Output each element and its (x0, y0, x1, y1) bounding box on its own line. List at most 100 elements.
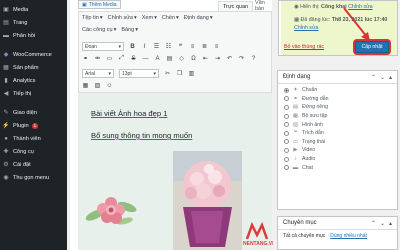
category-panel-header[interactable]: Chuyên mục ⌃ ⌄ ▴ (278, 217, 397, 230)
link-icon[interactable]: ⚭ (82, 55, 89, 62)
readmore-icon[interactable]: ▭ (106, 55, 113, 62)
outdent-icon[interactable]: ⇤ (202, 55, 209, 62)
move-up-icon[interactable]: ⌃ (371, 220, 376, 227)
format-option-gallery[interactable]: ▦ Bộ sưu tập (278, 112, 397, 121)
horizontal-line-icon[interactable]: — (142, 56, 149, 62)
update-button[interactable]: Cập nhật (355, 41, 389, 53)
sidebar-item-comments[interactable]: ▬ Phản hồi (0, 29, 67, 42)
sidebar-item-media[interactable]: ▣ Media (0, 3, 67, 16)
text-color-icon[interactable]: A (154, 56, 161, 62)
format-option-chat[interactable]: ▬ Chat (278, 163, 397, 172)
tab-all-categories[interactable]: Tất cả chuyên mục (283, 233, 325, 239)
sidebar-item-users[interactable]: ● Thành viên (0, 132, 67, 145)
radio[interactable] (284, 165, 289, 171)
move-to-trash-link[interactable]: Bỏ vào thùng rác (284, 44, 324, 50)
radio[interactable] (284, 96, 289, 102)
menu-table[interactable]: Bảng ▾ (121, 27, 138, 33)
paste-icon[interactable]: ▥ (188, 70, 195, 77)
align-center-icon[interactable]: ≣ (201, 43, 208, 50)
font-size-select[interactable]: 13pt ▾ (119, 69, 159, 78)
format-option-audio[interactable]: ♪ Audio (278, 155, 397, 164)
menu-format[interactable]: Định dạng ▾ (184, 15, 213, 21)
tab-most-used[interactable]: Dùng nhiều nhất (330, 233, 367, 239)
sidebar-item-marketing[interactable]: ◀ Tiếp thị (0, 87, 67, 100)
unlink-icon[interactable]: ⚮ (94, 55, 101, 62)
menu-tools[interactable]: Các công cụ ▾ (82, 27, 116, 33)
emoticon-icon[interactable]: ☺ (106, 83, 113, 89)
format-option-status[interactable]: ▭ Trạng thái (278, 138, 397, 147)
flower-illustration (85, 197, 137, 225)
align-right-icon[interactable]: ≡ (213, 44, 220, 50)
format-option-quote[interactable]: ❝ Trích dẫn (278, 129, 397, 138)
radio[interactable] (284, 122, 289, 128)
bold-icon[interactable]: B (129, 44, 136, 50)
radio[interactable] (284, 104, 289, 110)
edit-date-link[interactable]: Chỉnh sửa (294, 25, 318, 31)
menu-insert[interactable]: Chèn ▾ (162, 15, 179, 21)
sidebar-item-products[interactable]: ▦ Sản phẩm (0, 61, 67, 74)
numbered-list-icon[interactable]: ☷ (165, 43, 172, 50)
copy-icon[interactable]: ❐ (176, 70, 183, 77)
sidebar-item-plugins[interactable]: ⚡ Plugin 1 (0, 119, 67, 132)
clear-format-icon[interactable]: ◇ (178, 55, 185, 62)
radio[interactable] (284, 130, 289, 136)
collapse-arrow-icon[interactable]: ▴ (389, 74, 392, 81)
font-row: Arial ▾ 13pt ▾ ✂ ❐ ▥ (82, 69, 195, 78)
sidebar-item-woocommerce[interactable]: ◆ WooCommerce (0, 48, 67, 61)
move-down-icon[interactable]: ⌄ (380, 74, 385, 81)
bullet-list-icon[interactable]: ☰ (153, 43, 160, 50)
menu-edit[interactable]: Chỉnh sửa ▾ (108, 15, 137, 21)
table-icon[interactable]: ▦ (82, 82, 89, 89)
format-option-standard[interactable]: ✦ Chuẩn (278, 86, 397, 95)
admin-sidebar: ▣ Media ▤ Trang ▬ Phản hồi ◆ WooCommerce ▦ Sả… (0, 0, 67, 250)
sidebar-item-tools[interactable]: ✚ Công cụ (0, 145, 67, 158)
align-left-icon[interactable]: ≡ (189, 44, 196, 50)
sidebar-item-analytics[interactable]: ▮ Analytics (0, 74, 67, 87)
sidebar-item-settings[interactable]: ⚙ Cài đặt (0, 158, 67, 171)
menu-file[interactable]: Tệp tin ▾ (82, 15, 103, 21)
add-media-button[interactable]: ▣ Thêm Media (78, 0, 121, 9)
format-option-video[interactable]: ▶ Video (278, 146, 397, 155)
image-insert-icon[interactable]: ▨ (94, 82, 101, 89)
image-icon: ▨ (292, 121, 299, 128)
menu-view[interactable]: Xem ▾ (142, 15, 157, 21)
special-char-icon[interactable]: Ω (190, 56, 197, 62)
format-option-link[interactable]: ⚭ Đường dẫn (278, 95, 397, 104)
radio[interactable] (284, 113, 289, 119)
fullscreen-icon[interactable]: ⤢ (118, 55, 125, 62)
audio-icon: ♪ (294, 156, 297, 163)
camera-icon: ▣ (82, 1, 87, 8)
appearance-icon: ✎ (3, 110, 9, 116)
collapse-arrow-icon[interactable]: ▴ (389, 220, 392, 227)
blockquote-icon[interactable]: ❝ (177, 43, 184, 50)
redo-icon[interactable]: ↷ (238, 55, 245, 62)
editor-content[interactable]: Bài viết Ảnh hoa đẹp 1 Bổ sung thông tin… (78, 93, 276, 250)
cut-icon[interactable]: ✂ (164, 70, 171, 77)
paste-text-icon[interactable]: ▤ (166, 55, 173, 62)
sidebar-item-pages[interactable]: ▤ Trang (0, 16, 67, 29)
move-up-icon[interactable]: ⌃ (371, 74, 376, 81)
strikethrough-icon[interactable]: S (130, 56, 137, 62)
format-option-image[interactable]: ▨ Hình ảnh (278, 120, 397, 129)
font-family-select[interactable]: Arial ▾ (82, 69, 114, 78)
format-option-aside[interactable]: ▤ Đứng riêng (278, 103, 397, 112)
users-icon: ● (4, 135, 8, 142)
tab-visual[interactable]: Trực quan (218, 1, 254, 11)
radio[interactable] (284, 147, 289, 153)
watermark-icon (245, 221, 269, 240)
radio-selected[interactable] (284, 87, 289, 93)
radio[interactable] (284, 139, 289, 145)
sidebar-collapse-menu[interactable]: ◉ Thu gọn menu (0, 171, 67, 184)
help-icon[interactable]: ? (250, 56, 257, 62)
indent-icon[interactable]: ⇥ (214, 55, 221, 62)
undo-icon[interactable]: ↶ (226, 55, 233, 62)
content-line-1: Bài viết Ảnh hoa đẹp 1 (91, 109, 168, 118)
format-panel-header[interactable]: Định dạng ⌃ ⌄ ▴ (278, 71, 397, 84)
tab-text[interactable]: Văn bản (251, 0, 272, 12)
sidebar-item-appearance[interactable]: ✎ Giao diện (0, 106, 67, 119)
radio[interactable] (284, 156, 289, 162)
chat-icon: ▬ (292, 164, 299, 171)
italic-icon[interactable]: I (141, 44, 148, 50)
paragraph-select[interactable]: Đoạn ▾ (82, 42, 124, 51)
move-down-icon[interactable]: ⌄ (380, 220, 385, 227)
